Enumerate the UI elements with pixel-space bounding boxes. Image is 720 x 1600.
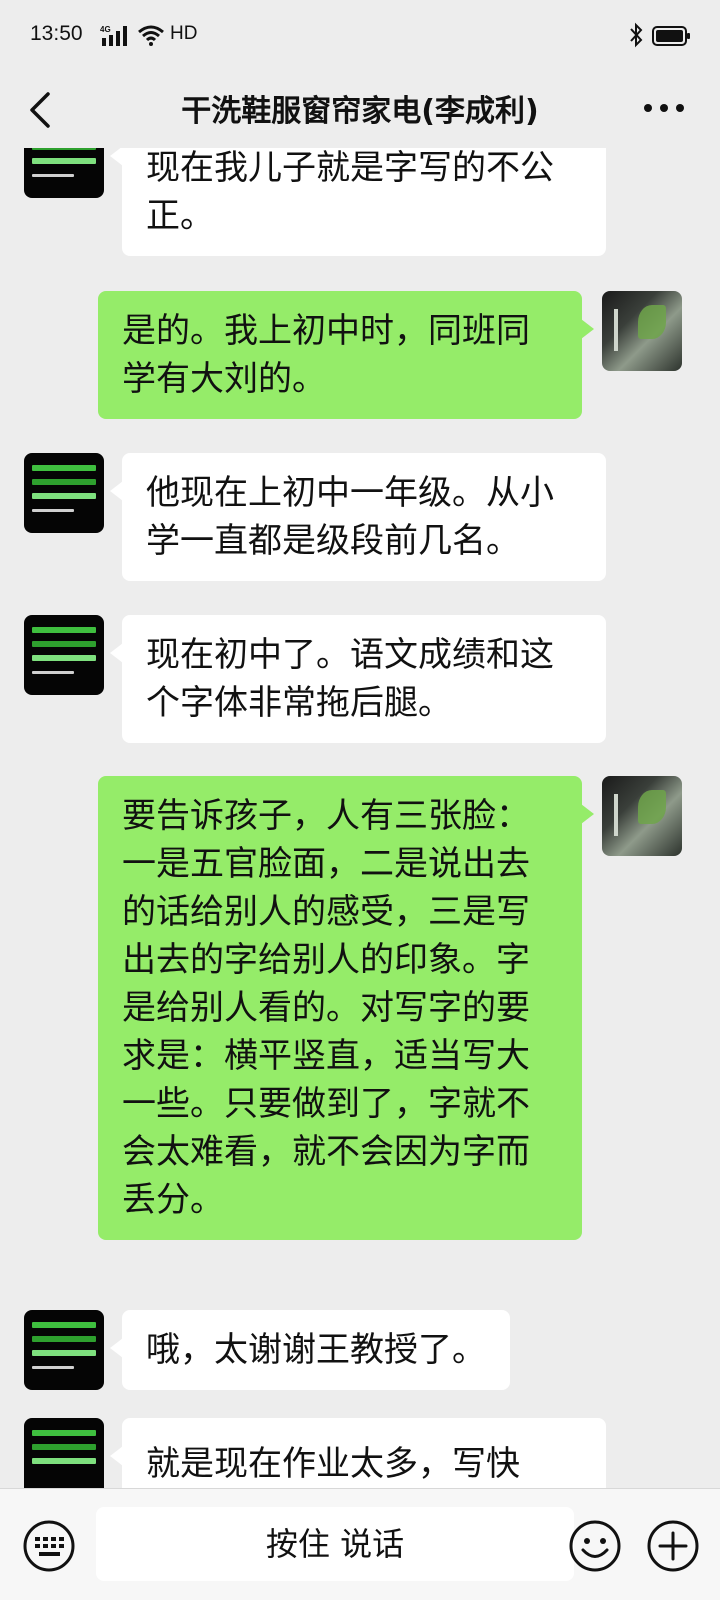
message-bubble[interactable]: 要告诉孩子，人有三张脸：一是五官脸面，二是说出去的话给别人的感受，三是写出去的字…	[98, 776, 594, 1240]
message-row: 现在我儿子就是字写的不公正。	[0, 148, 720, 268]
message-bubble[interactable]: 他现在上初中一年级。从小学一直都是级段前几名。	[110, 453, 606, 581]
contact-avatar[interactable]	[24, 1310, 104, 1390]
wifi-icon	[138, 25, 164, 46]
bluetooth-icon	[630, 22, 643, 48]
chat-header: 干洗鞋服窗帘家电(李成利)	[0, 72, 720, 148]
message-bubble[interactable]: 就是现在作业太多，写快	[110, 1418, 606, 1488]
chevron-left-icon[interactable]	[26, 88, 56, 132]
message-bubble[interactable]: 现在我儿子就是字写的不公正。	[110, 148, 606, 256]
message-row: 要告诉孩子，人有三张脸：一是五官脸面，二是说出去的话给别人的感受，三是写出去的字…	[0, 776, 720, 1296]
svg-text:4G: 4G	[100, 25, 111, 34]
status-bar: 13:50 4G HD	[0, 0, 720, 72]
message-row: 他现在上初中一年级。从小学一直都是级段前几名。	[0, 453, 720, 593]
contact-avatar[interactable]	[24, 453, 104, 533]
chat-title: 干洗鞋服窗帘家电(李成利)	[181, 94, 539, 129]
more-dots-icon[interactable]	[642, 96, 686, 120]
hd-label: HD	[170, 23, 198, 44]
battery-icon	[652, 26, 690, 46]
contact-avatar[interactable]	[24, 1418, 104, 1488]
emoji-icon[interactable]	[568, 1519, 622, 1573]
contact-avatar[interactable]	[24, 615, 104, 695]
plus-circle-icon[interactable]	[646, 1519, 700, 1573]
hold-to-talk-button[interactable]: 按住 说话	[96, 1507, 574, 1581]
message-row: 现在初中了。语文成绩和这个字体非常拖后腿。	[0, 615, 720, 755]
message-bubble[interactable]: 现在初中了。语文成绩和这个字体非常拖后腿。	[110, 615, 606, 743]
self-avatar[interactable]	[602, 776, 682, 856]
message-bubble[interactable]: 哦，太谢谢王教授了。	[110, 1310, 510, 1390]
self-avatar[interactable]	[602, 291, 682, 371]
contact-avatar[interactable]	[24, 148, 104, 198]
message-row: 是的。我上初中时，同班同学有大刘的。	[0, 291, 720, 431]
message-row: 就是现在作业太多，写快	[0, 1418, 720, 1488]
message-bubble[interactable]: 是的。我上初中时，同班同学有大刘的。	[98, 291, 594, 419]
4g-signal-icon: 4G	[100, 25, 127, 46]
status-time: 13:50	[30, 22, 83, 45]
keyboard-icon[interactable]	[22, 1519, 76, 1573]
input-bar: 按住 说话	[0, 1488, 720, 1600]
chat-messages[interactable]: 现在我儿子就是字写的不公正。 是的。我上初中时，同班同学有大刘的。 他现在上初中…	[0, 148, 720, 1488]
message-row: 哦，太谢谢王教授了。	[0, 1310, 720, 1400]
